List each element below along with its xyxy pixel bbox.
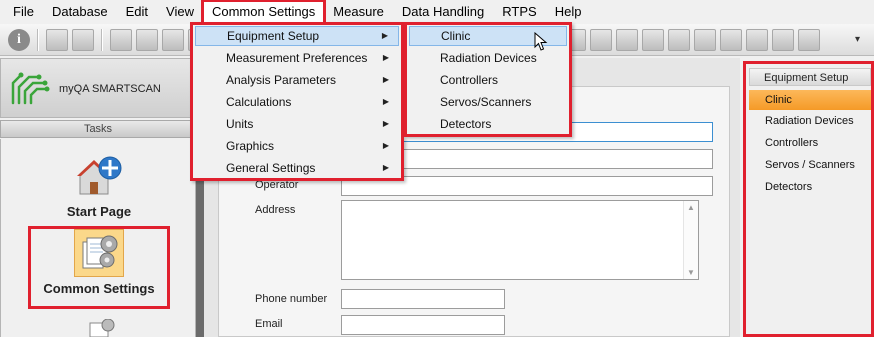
submenu-arrow-icon: ▶ [382, 75, 389, 84]
menu-item-analysis-parameters[interactable]: Analysis Parameters ▶ [195, 70, 399, 90]
task-label: Start Page [66, 204, 132, 219]
rp-item-servos-scanners[interactable]: Servos / Scanners [749, 155, 871, 175]
smartscan-logo-icon [11, 72, 50, 105]
toolbar-chart-icon[interactable] [46, 28, 68, 51]
toolbar-grid-icon[interactable] [72, 28, 94, 51]
toolbar-separator [101, 28, 103, 51]
common-settings-menu: Equipment Setup ▶ Measurement Preference… [190, 22, 404, 181]
tasks-list: Start Page Common Settings [0, 139, 196, 337]
menu-file[interactable]: File [4, 1, 43, 23]
address-label: Address [255, 204, 296, 216]
task-next-icon [74, 319, 124, 337]
menu-common-settings[interactable]: Common Settings [200, 0, 327, 25]
toolbar-tool-icon[interactable] [798, 28, 820, 51]
toolbar-tool-icon[interactable] [642, 28, 664, 51]
rp-item-clinic[interactable]: Clinic [749, 90, 871, 110]
toolbar-scan-icon[interactable] [162, 28, 184, 51]
toolbar-tool-icon[interactable] [668, 28, 690, 51]
submenu-arrow-icon: ▶ [381, 31, 388, 40]
address-scrollbar[interactable]: ▲ ▼ [683, 201, 698, 279]
brand-header: myQA SMARTSCAN [0, 58, 196, 118]
toolbar-overflow-icon[interactable]: ▾ [855, 34, 860, 45]
toolbar-separator [37, 28, 39, 51]
toolbar-tool-icon[interactable] [616, 28, 638, 51]
submenu-arrow-icon: ▶ [382, 97, 389, 106]
task-next[interactable] [1, 319, 197, 337]
toolbar-tool-icon[interactable] [720, 28, 742, 51]
left-panel: myQA SMARTSCAN Tasks Start Page Common S… [0, 58, 196, 337]
menu-measure[interactable]: Measure [324, 1, 393, 23]
menu-item-calculations[interactable]: Calculations ▶ [195, 92, 399, 112]
equipment-setup-panel: Equipment Setup Clinic Radiation Devices… [743, 61, 874, 337]
submenu-item-controllers[interactable]: Controllers [409, 70, 567, 90]
submenu-arrow-icon: ▶ [382, 53, 389, 62]
menu-item-label: Calculations [226, 95, 292, 109]
toolbar-tool-icon[interactable] [746, 28, 768, 51]
phone-label: Phone number [255, 293, 328, 305]
menu-item-label: Measurement Preferences [226, 51, 368, 65]
address-field[interactable]: ▲ ▼ [341, 200, 699, 280]
menu-item-graphics[interactable]: Graphics ▶ [195, 136, 399, 156]
toolbar-profile-icon[interactable] [136, 28, 158, 51]
menu-item-label: Graphics [226, 139, 275, 153]
menu-item-units[interactable]: Units ▶ [195, 114, 399, 134]
start-page-icon [74, 152, 124, 200]
submenu-item-detectors[interactable]: Detectors [409, 114, 567, 134]
menu-edit[interactable]: Edit [117, 1, 157, 23]
scroll-down-icon[interactable]: ▼ [687, 268, 695, 277]
submenu-item-servos-scanners[interactable]: Servos/Scanners [409, 92, 567, 112]
menu-item-label: Equipment Setup [227, 29, 320, 43]
info-icon[interactable]: i [8, 28, 30, 51]
toolbar-de-icon[interactable] [110, 28, 132, 51]
toolbar-tool-icon[interactable] [694, 28, 716, 51]
equipment-setup-header: Equipment Setup [749, 68, 871, 86]
menu-rtps[interactable]: RTPS [493, 1, 545, 23]
mouse-cursor-icon [534, 32, 548, 51]
app-name: myQA SMARTSCAN [59, 83, 161, 95]
menu-data-handling[interactable]: Data Handling [393, 1, 493, 23]
toolbar-tool-icon[interactable] [590, 28, 612, 51]
menu-database[interactable]: Database [43, 1, 117, 23]
submenu-arrow-icon: ▶ [382, 163, 389, 172]
rp-item-radiation-devices[interactable]: Radiation Devices [749, 111, 871, 131]
menu-item-label: Analysis Parameters [226, 73, 337, 87]
tasks-header: Tasks [0, 120, 196, 138]
phone-field[interactable] [341, 289, 505, 309]
rp-item-controllers[interactable]: Controllers [749, 133, 871, 153]
menu-help[interactable]: Help [546, 1, 591, 23]
menu-item-label: Units [226, 117, 254, 131]
scroll-up-icon[interactable]: ▲ [687, 203, 695, 212]
common-settings-icon [74, 229, 124, 277]
menu-item-measurement-preferences[interactable]: Measurement Preferences ▶ [195, 48, 399, 68]
menu-bar: File Database Edit View Common Settings … [0, 0, 874, 25]
email-label: Email [255, 318, 283, 330]
toolbar-tool-icon[interactable] [772, 28, 794, 51]
task-common-settings[interactable]: Common Settings [1, 226, 197, 309]
submenu-arrow-icon: ▶ [382, 119, 389, 128]
email-field[interactable] [341, 315, 505, 335]
menu-item-label: General Settings [226, 161, 316, 175]
menu-item-general-settings[interactable]: General Settings ▶ [195, 158, 399, 178]
task-start-page[interactable]: Start Page [1, 152, 197, 219]
menu-view[interactable]: View [157, 1, 203, 23]
rp-item-detectors[interactable]: Detectors [749, 177, 871, 197]
menu-item-equipment-setup[interactable]: Equipment Setup ▶ [195, 26, 399, 46]
submenu-arrow-icon: ▶ [382, 141, 389, 150]
